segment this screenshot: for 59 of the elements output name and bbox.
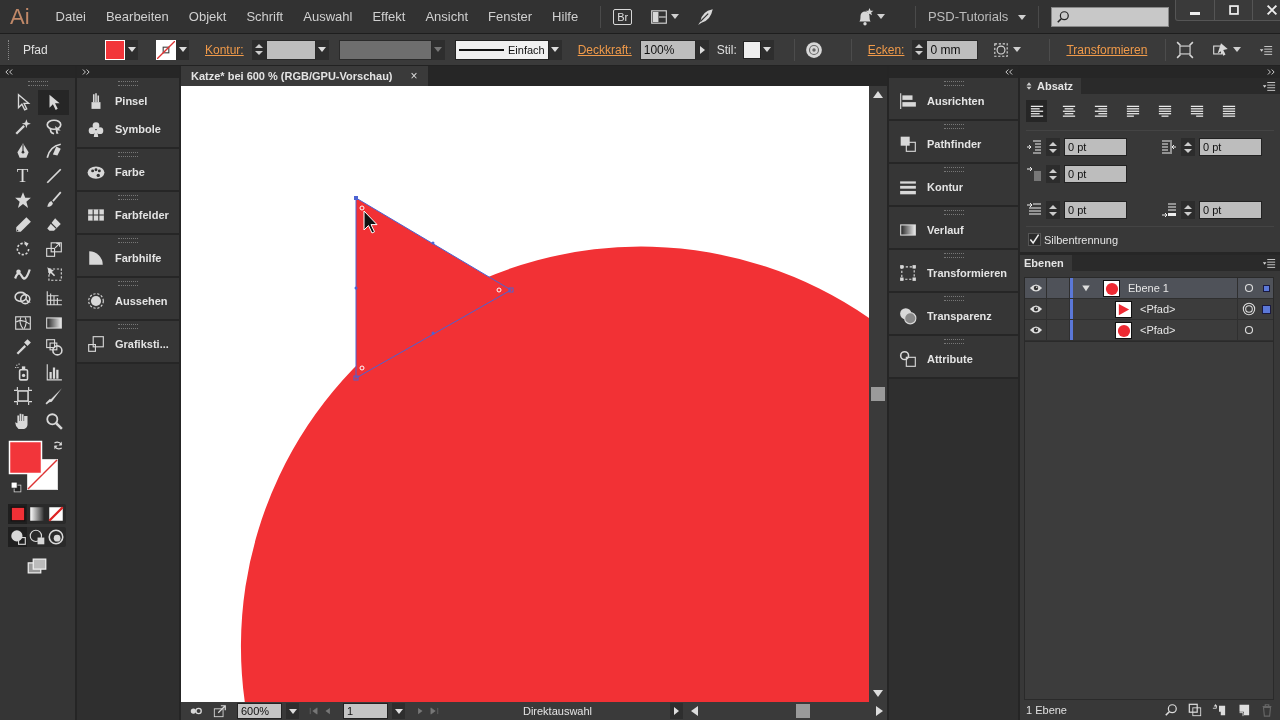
type-tool[interactable]: T (7, 163, 38, 188)
layer-count: 1 Ebene (1026, 704, 1067, 716)
menu-item[interactable]: Effekt (362, 0, 416, 34)
layer-row[interactable]: <Pfad> (1025, 320, 1273, 341)
panel-button[interactable]: Farbfelder (77, 201, 179, 229)
menu-item[interactable]: Schrift (236, 0, 294, 34)
artboard-field[interactable]: 1 (343, 703, 388, 719)
panel-button[interactable]: Grafiksti... (77, 330, 179, 358)
menu-item[interactable]: Auswahl (293, 0, 363, 34)
menu-item[interactable]: Ansicht (415, 0, 479, 34)
layer-name[interactable]: Ebene 1 (1128, 282, 1237, 294)
stroke-link[interactable]: Kontur: (205, 42, 244, 57)
layer-name[interactable]: <Pfad> (1140, 303, 1237, 315)
panel-title: Absatz (1037, 80, 1074, 92)
right-indent-field[interactable]: 0 pt (1199, 138, 1262, 156)
menu-item[interactable]: Objekt (178, 0, 237, 34)
panel-tab[interactable]: Ebenen (1020, 255, 1072, 271)
panel-button[interactable]: Attribute (889, 345, 1018, 373)
bridge-button[interactable]: Br (613, 8, 633, 25)
menu-item[interactable]: Bearbeiten (95, 0, 179, 34)
workspace-switcher[interactable]: PSD-Tutorials (927, 9, 1027, 24)
stroke-profile-label: Einfach (508, 43, 545, 56)
corners-field[interactable]: 0 mm (926, 39, 979, 60)
hyphenation-label: Silbentrennung (1044, 233, 1118, 246)
panel-button[interactable]: Ausrichten (889, 87, 1018, 115)
document-tab[interactable]: Katze* bei 600 % (RGB/GPU-Vorschau) × (181, 66, 428, 86)
stroke-profile-field[interactable]: Einfach (454, 39, 549, 60)
opacity-field[interactable]: 100% (639, 39, 696, 60)
app-logo: Ai (10, 5, 30, 28)
menu-item[interactable]: Fenster (478, 0, 543, 34)
panel-button[interactable]: Transparenz (889, 302, 1018, 330)
style-label: Stil: (716, 42, 737, 57)
transform-link[interactable]: Transformieren (1066, 42, 1148, 57)
panel-button[interactable]: Farbhilfe (77, 244, 179, 272)
panel-button[interactable]: Transformieren (889, 259, 1018, 287)
status-text: Direktauswahl (521, 705, 594, 717)
layer-row[interactable]: Ebene 1 (1025, 278, 1273, 299)
panel-button[interactable]: Farbe (77, 158, 179, 186)
menu-item[interactable]: Datei (45, 0, 96, 34)
panel-button[interactable]: Symbole (77, 115, 179, 143)
first-line-field[interactable]: 0 pt (1064, 165, 1127, 183)
layer-row[interactable]: <Pfad> (1025, 299, 1273, 320)
zoom-field[interactable]: 600% (237, 703, 282, 719)
panel-button[interactable]: Verlauf (889, 216, 1018, 244)
panel-button[interactable]: Kontur (889, 173, 1018, 201)
panel-button[interactable]: Aussehen (77, 287, 179, 315)
space-before-field[interactable]: 0 pt (1064, 201, 1127, 219)
left-indent-field[interactable]: 0 pt (1064, 138, 1127, 156)
panel-button[interactable]: Pinsel (77, 87, 179, 115)
corners-link[interactable]: Ecken: (867, 42, 905, 57)
document-title: Katze* bei 600 % (RGB/GPU-Vorschau) (191, 70, 393, 82)
close-tab-button[interactable]: × (410, 69, 418, 83)
opacity-link[interactable]: Deckkraft: (577, 42, 632, 57)
space-after-field[interactable]: 0 pt (1199, 201, 1262, 219)
menu-item[interactable]: Hilfe (542, 0, 589, 34)
layer-name[interactable]: <Pfad> (1140, 324, 1237, 336)
panel-button[interactable]: Pathfinder (889, 130, 1018, 158)
selection-type: Pfad (23, 42, 49, 57)
panel-tab[interactable]: Absatz (1020, 78, 1082, 94)
